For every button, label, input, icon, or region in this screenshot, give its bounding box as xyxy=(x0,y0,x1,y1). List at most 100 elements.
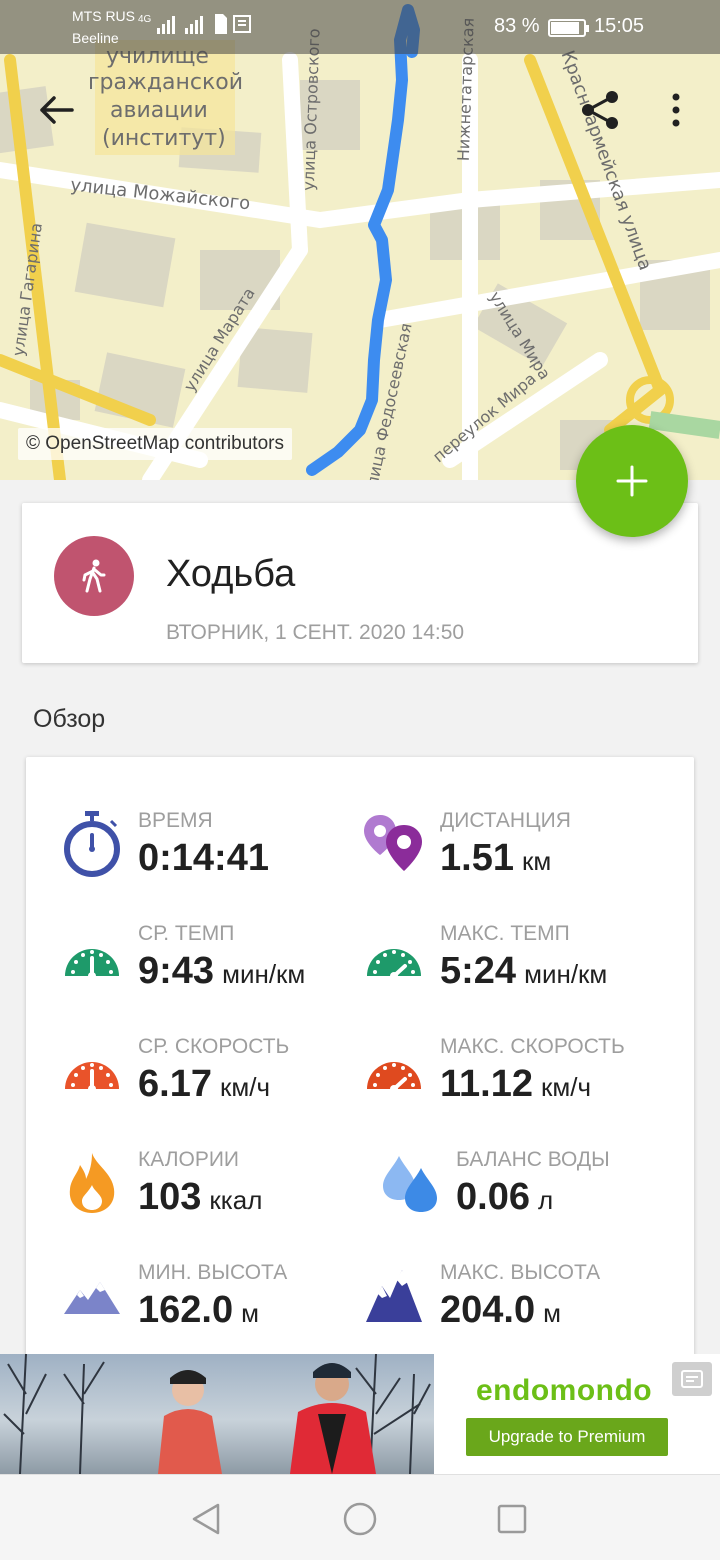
overview-heading: Обзор xyxy=(33,705,106,733)
stat-value: 162.0 м xyxy=(138,1289,259,1332)
nav-back-icon xyxy=(192,1503,220,1535)
stat-distance: ДИСТАНЦИЯ 1.51 км xyxy=(362,809,682,909)
stat-unit: ккал xyxy=(209,1185,263,1215)
stat-water: БАЛАНС ВОДЫ 0.06 л xyxy=(378,1148,698,1248)
mountain-icon xyxy=(60,1261,124,1331)
speed-gauge-icon xyxy=(60,1035,124,1105)
stat-number: 162.0 xyxy=(138,1289,234,1331)
pace-gauge-icon xyxy=(60,922,124,992)
walking-icon xyxy=(82,559,106,593)
stat-number: 6.17 xyxy=(138,1063,212,1105)
stat-number: 0:14:41 xyxy=(138,837,269,879)
stat-max-pace: МАКС. ТЕМП 5:24 мин/км xyxy=(362,922,682,1022)
max-pace-gauge-icon xyxy=(362,922,426,992)
signal-icon xyxy=(157,16,176,34)
nav-home-button[interactable] xyxy=(336,1495,384,1543)
stat-unit: мин/км xyxy=(524,959,608,989)
more-options-button[interactable] xyxy=(656,86,696,134)
stat-unit: м xyxy=(543,1298,561,1328)
stat-value: 0.06 л xyxy=(456,1176,553,1219)
stat-value: 1.51 км xyxy=(440,837,551,880)
ad-close-icon[interactable] xyxy=(672,1362,712,1396)
location-pins-icon xyxy=(362,809,426,879)
stat-value: 0:14:41 xyxy=(138,837,277,880)
water-drops-icon xyxy=(378,1148,442,1218)
stat-time: ВРЕМЯ 0:14:41 xyxy=(60,809,380,909)
stats-card: ВРЕМЯ 0:14:41 ДИСТАНЦИЯ 1.51 км СР. ТЕМП … xyxy=(26,757,694,1357)
stat-label: ВРЕМЯ xyxy=(138,809,213,832)
stat-avg-speed: СР. СКОРОСТЬ 6.17 км/ч xyxy=(60,1035,380,1135)
activity-title: Ходьба xyxy=(166,553,296,595)
nav-home-icon xyxy=(343,1502,377,1536)
arrow-left-icon xyxy=(40,96,74,124)
share-button[interactable] xyxy=(576,86,624,134)
stat-unit: км xyxy=(521,846,552,876)
status-bar: MTS RUS Beeline 4G 83 % 15:05 xyxy=(0,0,720,54)
add-fab-button[interactable] xyxy=(576,425,688,537)
battery-icon xyxy=(548,19,589,37)
stat-number: 5:24 xyxy=(440,950,517,992)
stat-number: 204.0 xyxy=(440,1289,536,1331)
osm-credit[interactable]: © OpenStreetMap contributors xyxy=(18,428,292,460)
stat-value: 103 ккал xyxy=(138,1176,262,1219)
news-icon xyxy=(233,15,252,33)
ad-banner[interactable]: endomondo Upgrade to Premium xyxy=(0,1354,720,1474)
stat-avg-pace: СР. ТЕМП 9:43 мин/км xyxy=(60,922,380,1022)
stat-min-elevation: МИН. ВЫСОТА 162.0 м xyxy=(60,1261,380,1361)
ad-upgrade-button[interactable]: Upgrade to Premium xyxy=(466,1418,668,1456)
nav-recents-icon xyxy=(497,1504,527,1534)
nav-back-button[interactable] xyxy=(182,1495,230,1543)
stat-max-elevation: МАКС. ВЫСОТА 204.0 м xyxy=(362,1261,682,1361)
stat-number: 0.06 xyxy=(456,1176,530,1218)
system-nav-bar xyxy=(0,1474,720,1560)
share-icon xyxy=(582,91,618,129)
stat-label: БАЛАНС ВОДЫ xyxy=(456,1148,610,1171)
network-type: 4G xyxy=(138,14,152,25)
stat-label: МАКС. СКОРОСТЬ xyxy=(440,1035,625,1058)
plus-icon xyxy=(616,465,648,497)
stat-number: 103 xyxy=(138,1176,202,1218)
more-vertical-icon xyxy=(672,93,680,127)
route-map[interactable]: училище гражданской авиации (институт) у… xyxy=(0,0,720,480)
stat-label: МИН. ВЫСОТА xyxy=(138,1261,288,1284)
stat-unit: л xyxy=(537,1185,554,1215)
stat-number: 9:43 xyxy=(138,950,215,992)
stopwatch-icon xyxy=(60,809,124,879)
activity-card[interactable]: Ходьба ВТОРНИК, 1 СЕНТ. 2020 14:50 xyxy=(22,503,698,663)
mountain-peak-icon xyxy=(362,1261,426,1331)
stat-number: 1.51 xyxy=(440,837,514,879)
battery-percent: 83 % xyxy=(494,15,540,37)
clock: 15:05 xyxy=(594,15,645,37)
stat-calories: КАЛОРИИ 103 ккал xyxy=(60,1148,380,1248)
stat-value: 9:43 мин/км xyxy=(138,950,305,993)
stat-value: 6.17 км/ч xyxy=(138,1063,270,1106)
stat-label: МАКС. ВЫСОТА xyxy=(440,1261,601,1284)
stat-label: ДИСТАНЦИЯ xyxy=(440,809,571,832)
sport-avatar xyxy=(54,536,134,616)
stat-label: СР. ТЕМП xyxy=(138,922,235,945)
stat-unit: км/ч xyxy=(541,1072,592,1102)
stat-value: 11.12 км/ч xyxy=(440,1063,591,1106)
stat-unit: мин/км xyxy=(222,959,306,989)
stat-number: 11.12 xyxy=(440,1063,533,1105)
activity-date: ВТОРНИК, 1 СЕНТ. 2020 14:50 xyxy=(166,621,465,644)
stat-label: МАКС. ТЕМП xyxy=(440,922,570,945)
stat-value: 5:24 мин/км xyxy=(440,950,607,993)
signal-icons: 4G xyxy=(138,14,253,34)
map-label-institute: (институт) xyxy=(102,126,226,151)
signal-icon-2 xyxy=(185,16,204,34)
ad-brand: endomondo xyxy=(476,1374,653,1407)
nav-recents-button[interactable] xyxy=(488,1495,536,1543)
max-speed-gauge-icon xyxy=(362,1035,426,1105)
stat-unit: м xyxy=(241,1298,259,1328)
map-label-civil: гражданской xyxy=(88,70,244,95)
stat-label: СР. СКОРОСТЬ xyxy=(138,1035,290,1058)
back-button[interactable] xyxy=(30,88,82,132)
stat-max-speed: МАКС. СКОРОСТЬ 11.12 км/ч xyxy=(362,1035,682,1135)
carrier-primary: MTS RUS xyxy=(72,8,135,24)
sim-icon xyxy=(215,14,228,34)
stat-value: 204.0 м xyxy=(440,1289,561,1332)
ad-photo xyxy=(0,1354,434,1474)
carrier-secondary: Beeline xyxy=(72,30,119,46)
stat-unit: км/ч xyxy=(219,1072,270,1102)
